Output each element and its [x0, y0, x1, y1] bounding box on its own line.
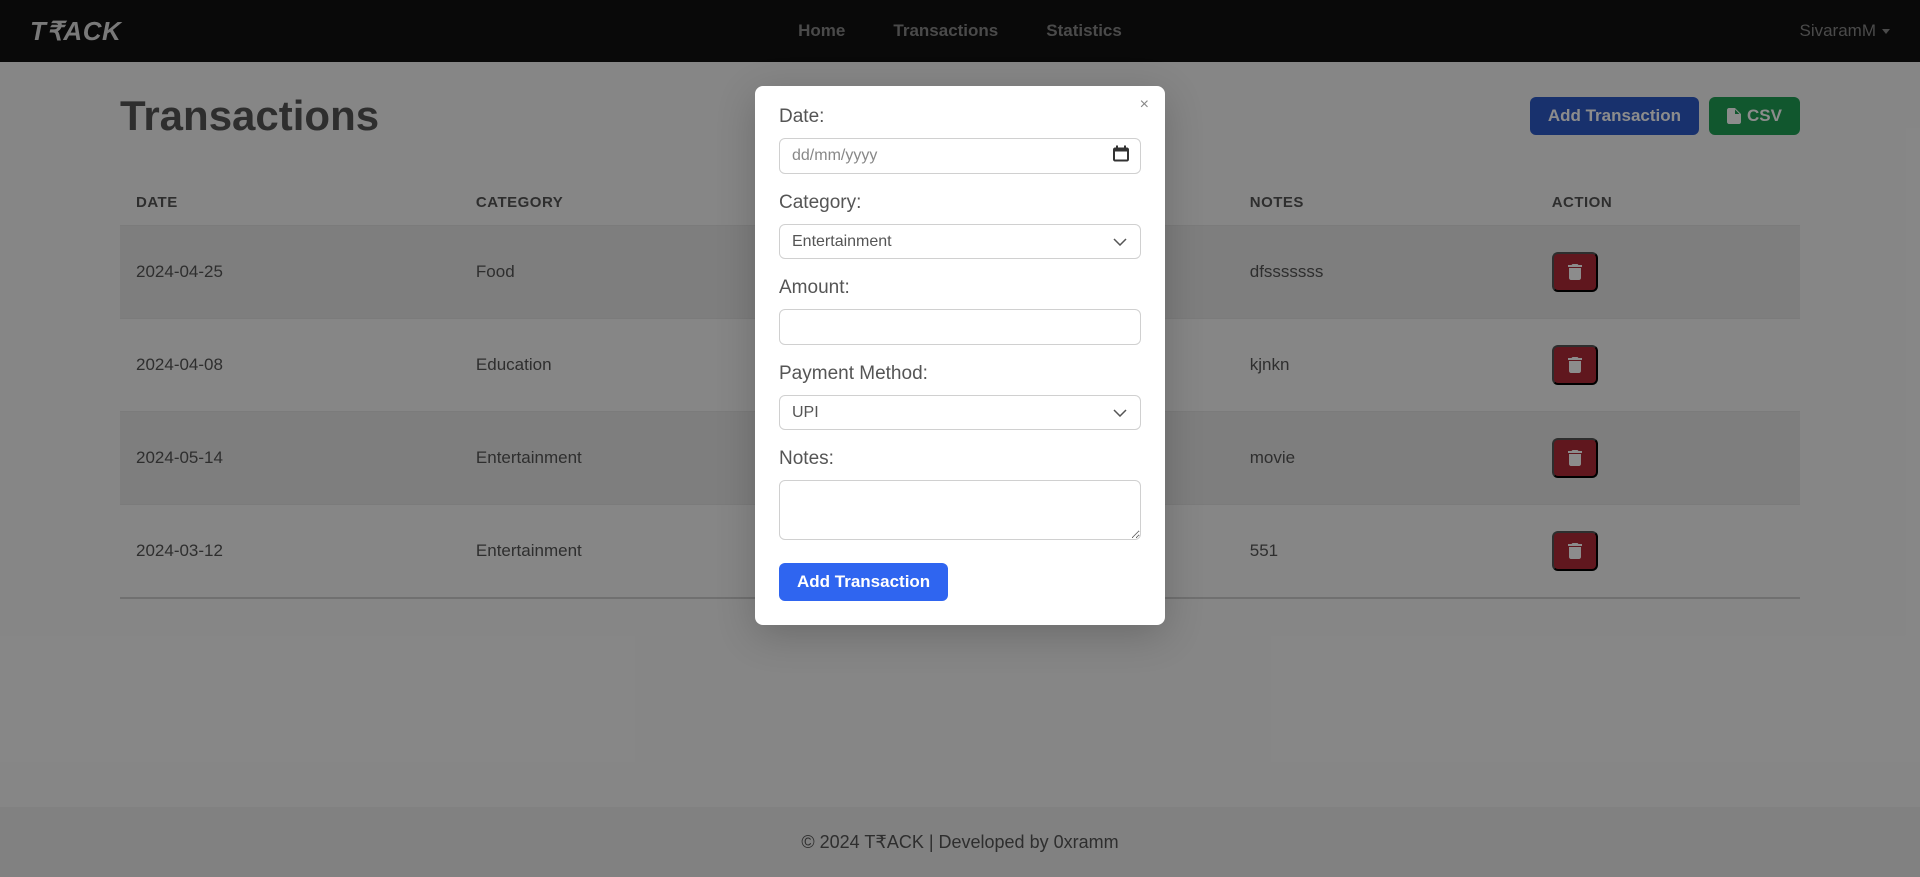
form-group-notes: Notes:	[779, 448, 1141, 545]
label-amount: Amount:	[779, 277, 1141, 299]
label-date: Date:	[779, 106, 1141, 128]
label-category: Category:	[779, 192, 1141, 214]
add-transaction-modal: × Date: Category: Entertainment Amount: …	[755, 86, 1165, 625]
form-group-category: Category: Entertainment	[779, 192, 1141, 259]
label-notes: Notes:	[779, 448, 1141, 470]
amount-input[interactable]	[779, 309, 1141, 345]
category-select[interactable]: Entertainment	[779, 224, 1141, 259]
form-group-date: Date:	[779, 106, 1141, 174]
payment-method-select[interactable]: UPI	[779, 395, 1141, 430]
submit-add-transaction-button[interactable]: Add Transaction	[779, 563, 948, 601]
form-group-amount: Amount:	[779, 277, 1141, 345]
label-payment-method: Payment Method:	[779, 363, 1141, 385]
form-group-payment: Payment Method: UPI	[779, 363, 1141, 430]
modal-close-button[interactable]: ×	[1140, 96, 1149, 114]
notes-textarea[interactable]	[779, 480, 1141, 540]
date-input[interactable]	[779, 138, 1141, 174]
